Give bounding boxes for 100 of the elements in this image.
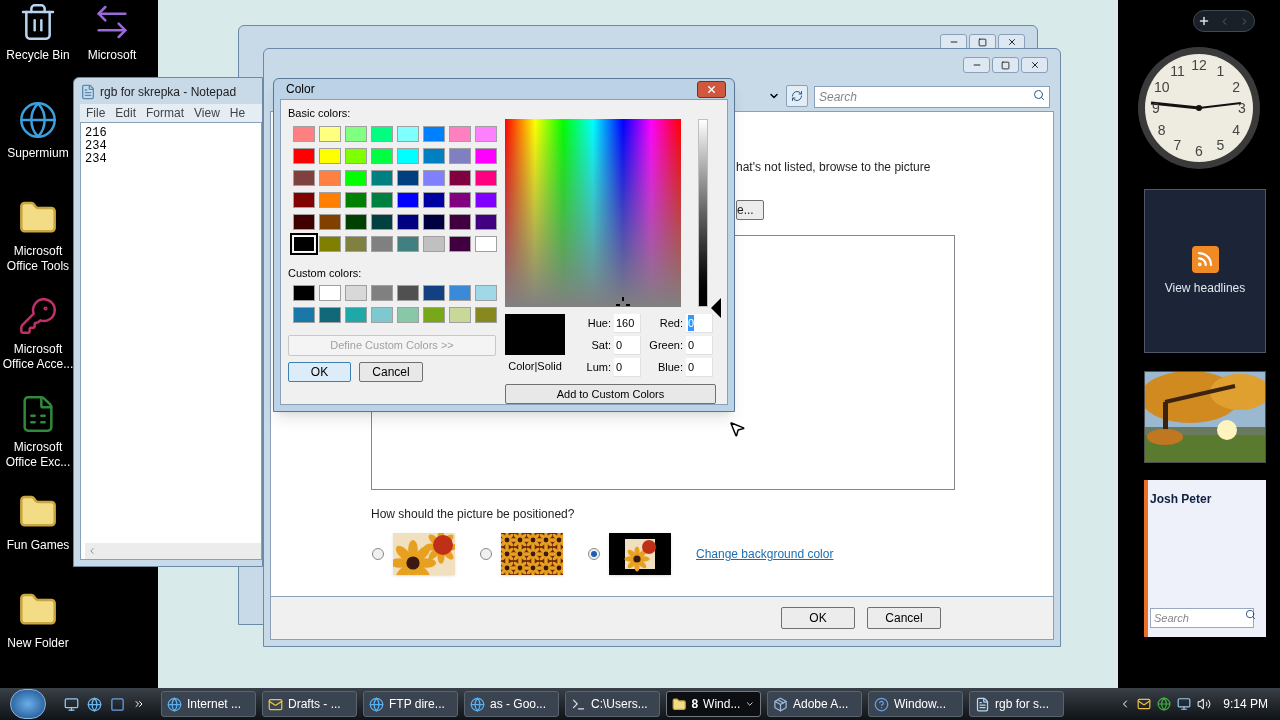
menu-item[interactable]: File (86, 104, 106, 122)
taskbar-button[interactable]: FTP dire... (363, 691, 458, 717)
color-swatch[interactable] (371, 285, 393, 301)
taskbar-button[interactable]: rgb for s... (969, 691, 1064, 717)
browse-button[interactable]: e... (736, 200, 764, 220)
color-swatch[interactable] (371, 169, 393, 186)
color-swatch[interactable] (423, 213, 445, 230)
taskbar-button[interactable]: Drafts - ... (262, 691, 357, 717)
scroll-left-icon[interactable] (87, 546, 97, 556)
color-swatch[interactable] (475, 285, 497, 301)
desktop-icon-label[interactable]: Recycle Bin (0, 48, 76, 63)
radio-button[interactable] (480, 548, 492, 560)
more-icon[interactable] (133, 698, 145, 710)
color-swatch[interactable] (397, 307, 419, 323)
color-swatch[interactable] (293, 307, 315, 323)
desktop-icon-label[interactable]: Microsoft Office Exc... (0, 440, 76, 470)
color-swatch[interactable] (397, 191, 419, 208)
color-swatch[interactable] (423, 191, 445, 208)
color-swatch[interactable] (293, 125, 315, 142)
color-swatch[interactable] (449, 147, 471, 164)
start-button[interactable] (10, 689, 46, 719)
menu-item[interactable]: View (194, 104, 220, 122)
color-swatch[interactable] (319, 125, 341, 142)
color-swatch[interactable] (423, 169, 445, 186)
color-swatch[interactable] (345, 285, 367, 301)
radio-button[interactable] (588, 548, 600, 560)
add-to-custom-colors-button[interactable]: Add to Custom Colors (505, 384, 716, 404)
radio-button[interactable] (372, 548, 384, 560)
color-swatch[interactable] (293, 191, 315, 208)
taskbar-button[interactable]: C:\Users... (565, 691, 660, 717)
color-swatch[interactable] (423, 235, 445, 252)
color-swatch[interactable] (397, 147, 419, 164)
color-swatch[interactable] (449, 285, 471, 301)
color-swatch[interactable] (449, 191, 471, 208)
menu-item[interactable]: He (229, 104, 246, 122)
color-swatch[interactable] (371, 147, 393, 164)
color-swatch[interactable] (345, 235, 367, 252)
color-swatch[interactable] (293, 213, 315, 230)
refresh-button[interactable] (786, 85, 808, 107)
value-field[interactable]: 160 (614, 314, 641, 333)
color-swatch[interactable] (475, 213, 497, 230)
add-gadget-icon[interactable] (1198, 15, 1211, 27)
color-swatch[interactable] (319, 191, 341, 208)
view-headlines-link[interactable]: View headlines (1164, 278, 1246, 297)
ok-button[interactable]: OK (781, 607, 855, 629)
cancel-button[interactable]: Cancel (359, 362, 423, 382)
color-swatch[interactable] (449, 125, 471, 142)
color-swatch[interactable] (423, 125, 445, 142)
show-desktop-icon[interactable] (64, 696, 79, 712)
color-swatch[interactable] (345, 213, 367, 230)
color-swatch[interactable] (371, 307, 393, 323)
taskbar-button[interactable]: 8 Wind... (666, 691, 761, 717)
color-swatch[interactable] (345, 147, 367, 164)
color-swatch[interactable] (397, 213, 419, 230)
volume-icon[interactable] (1197, 697, 1212, 711)
color-swatch[interactable] (371, 235, 393, 252)
color-swatch[interactable] (475, 307, 497, 323)
color-swatch[interactable] (319, 235, 341, 252)
color-swatch[interactable] (319, 285, 341, 301)
color-swatch[interactable] (371, 213, 393, 230)
globe-icon[interactable] (87, 696, 102, 712)
color-swatch[interactable] (345, 169, 367, 186)
color-swatch[interactable] (345, 125, 367, 142)
color-swatch[interactable] (371, 125, 393, 142)
network-icon[interactable] (1177, 697, 1192, 711)
value-field[interactable]: 0 (686, 358, 713, 377)
desktop-icon-label[interactable]: Fun Games (0, 538, 76, 553)
color-swatch[interactable] (319, 307, 341, 323)
desktop-icon-label[interactable]: Microsoft Office Tools (0, 244, 76, 274)
color-swatch[interactable] (423, 307, 445, 323)
desktop-icon-label[interactable]: Microsoft (87, 48, 137, 63)
desktop-icon-label[interactable]: Supermium (0, 146, 76, 161)
taskbar-button[interactable]: as - Goo... (464, 691, 559, 717)
value-field[interactable]: 0 (614, 358, 641, 377)
cancel-button[interactable]: Cancel (867, 607, 941, 629)
minimize-button[interactable] (963, 57, 990, 73)
color-swatch[interactable] (293, 285, 315, 301)
color-swatch[interactable] (423, 285, 445, 301)
color-swatch[interactable] (319, 147, 341, 164)
color-swatch[interactable] (475, 191, 497, 208)
value-field[interactable]: 0 (686, 336, 713, 355)
close-button[interactable] (1021, 57, 1048, 73)
taskbar-button[interactable]: Internet ... (161, 691, 256, 717)
color-swatch[interactable] (397, 125, 419, 142)
color-swatch[interactable] (449, 213, 471, 230)
color-swatch[interactable] (423, 147, 445, 164)
desktop-icon-label[interactable]: New Folder (0, 636, 76, 651)
change-background-color-link[interactable]: Change background color (696, 545, 834, 563)
envelope-icon[interactable] (1137, 697, 1152, 711)
color-swatch[interactable] (475, 147, 497, 164)
color-swatch[interactable] (345, 307, 367, 323)
color-swatch[interactable] (319, 213, 341, 230)
color-swatch[interactable] (345, 191, 367, 208)
taskbar-button[interactable]: Window... (868, 691, 963, 717)
close-button[interactable] (697, 80, 726, 98)
color-swatch[interactable] (449, 235, 471, 252)
color-swatch[interactable] (475, 235, 497, 252)
color-swatch[interactable] (475, 169, 497, 186)
color-swatch[interactable] (449, 169, 471, 186)
value-field[interactable]: 0 (614, 336, 641, 355)
